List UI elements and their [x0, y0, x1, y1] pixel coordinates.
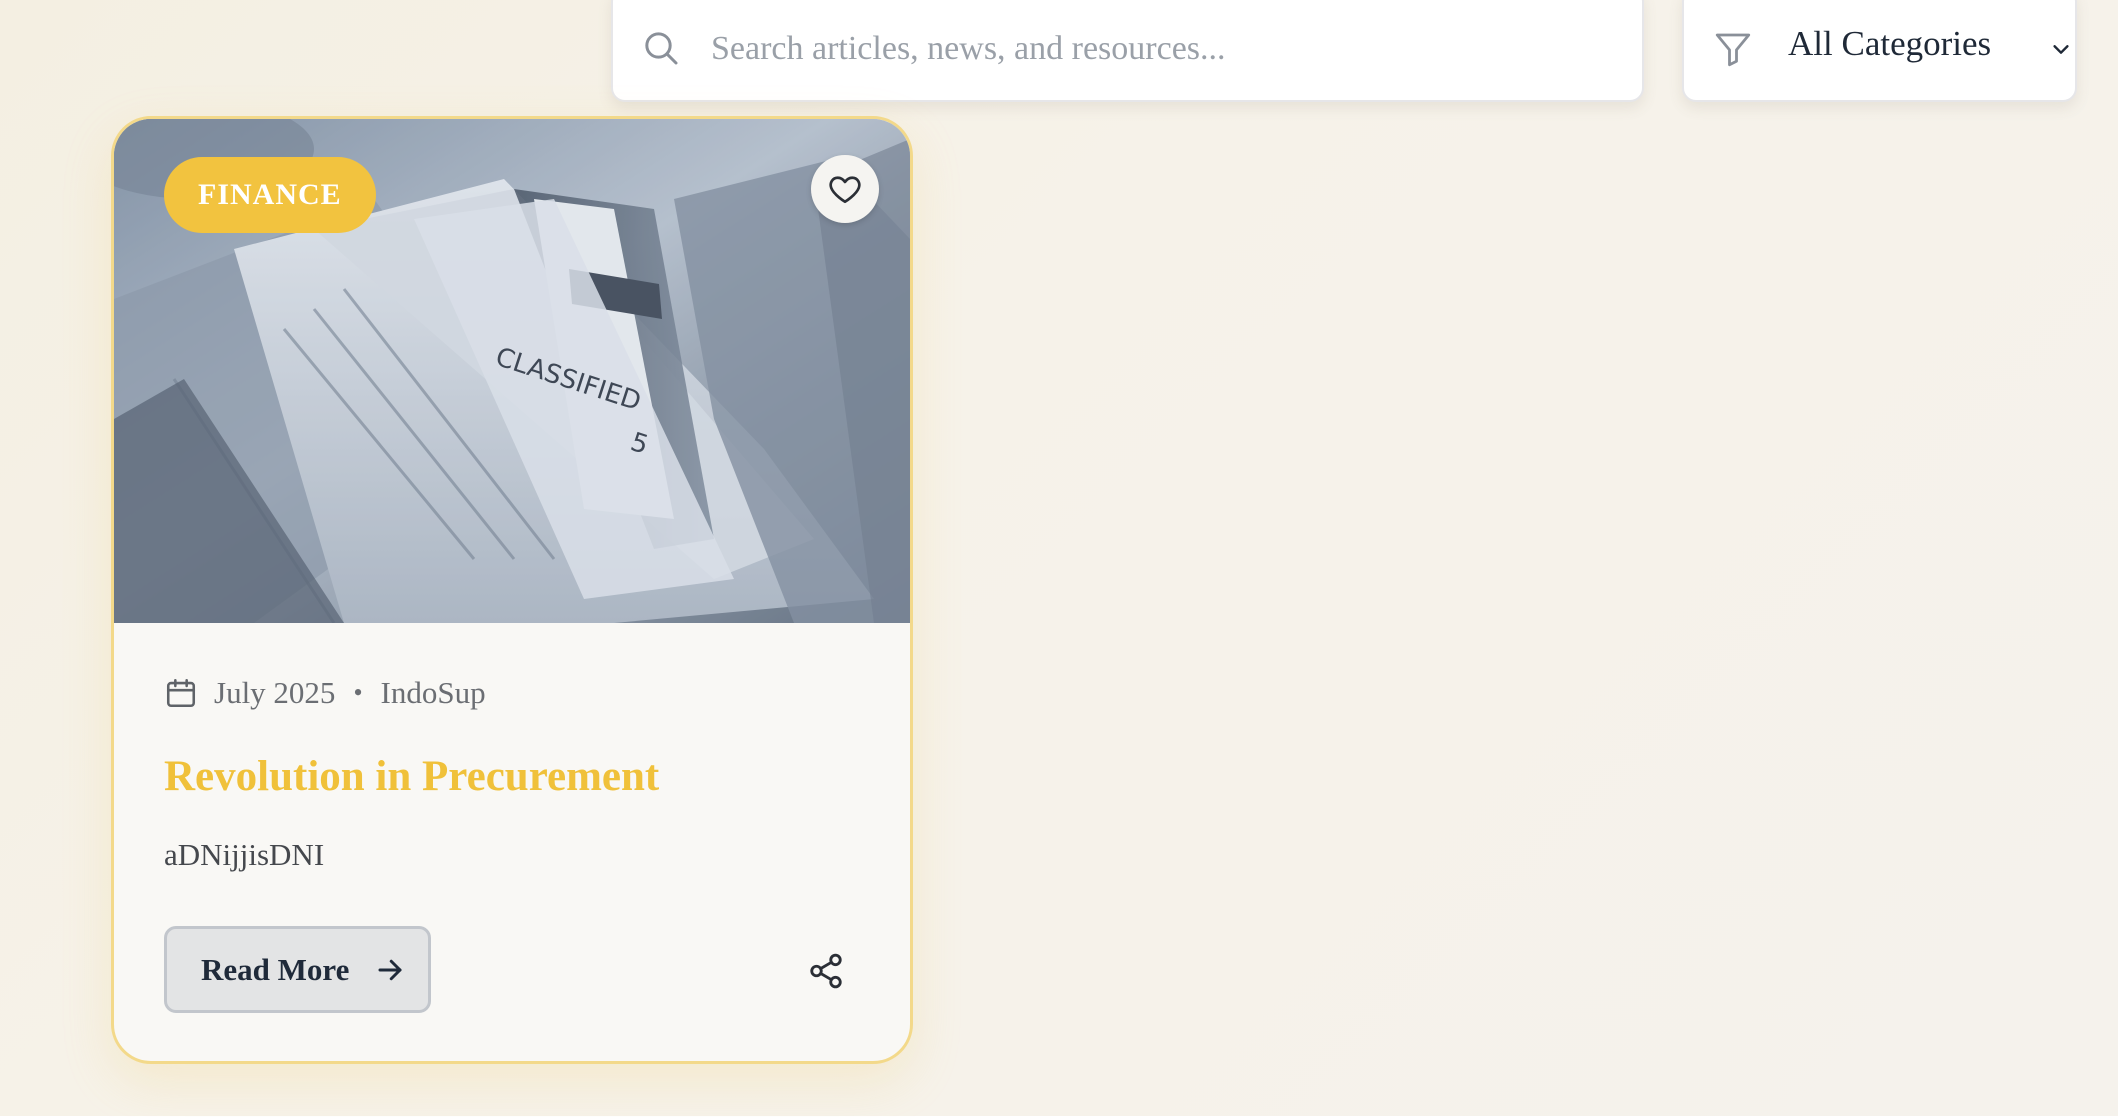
calendar-icon — [166, 678, 196, 708]
search-icon — [645, 32, 678, 65]
article-title[interactable]: Revolution in Precurement — [164, 752, 884, 801]
search-input[interactable] — [709, 20, 1613, 78]
favorite-button[interactable] — [811, 155, 879, 223]
article-card[interactable]: CLASSIFIED 5 FINANCE July 2025 • IndoSup… — [111, 116, 913, 1064]
search-bar[interactable] — [611, 0, 1644, 102]
read-more-label: Read More — [201, 951, 350, 987]
chevron-down-icon — [2053, 45, 2069, 54]
category-badge[interactable]: FINANCE — [164, 157, 376, 233]
filter-icon — [1715, 33, 1751, 67]
category-select-value: All Categories — [1788, 24, 1992, 63]
arrow-right-icon — [378, 959, 402, 980]
category-select[interactable]: All Categories — [1682, 0, 2077, 102]
article-date: July 2025 — [214, 675, 336, 710]
meta-separator: • — [353, 678, 363, 707]
article-meta: July 2025 • IndoSup — [164, 675, 486, 711]
article-excerpt: aDNijjisDNI — [164, 837, 325, 872]
heart-icon — [829, 176, 861, 204]
article-author: IndoSup — [380, 675, 486, 710]
read-more-button[interactable]: Read More — [164, 926, 431, 1013]
share-icon[interactable] — [807, 952, 845, 990]
